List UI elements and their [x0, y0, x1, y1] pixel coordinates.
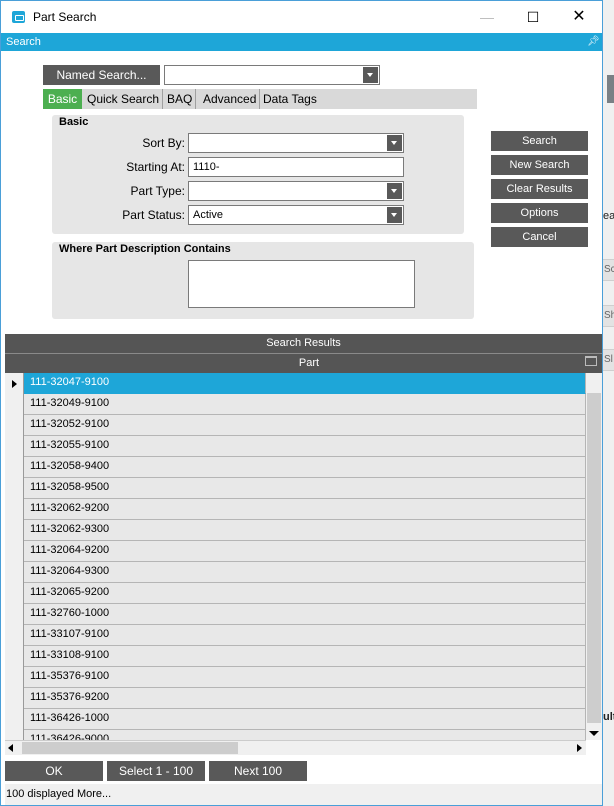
scroll-down-arrow-icon[interactable]: [589, 731, 599, 736]
basic-group-title: Basic: [59, 116, 89, 128]
starting-at-input[interactable]: 1110-: [188, 157, 404, 177]
search-results-title: Search Results: [5, 334, 602, 353]
basic-criteria-group: Basic Sort By: Starting At: 1110- Part T…: [52, 115, 464, 234]
vertical-scrollbar[interactable]: [586, 373, 602, 740]
select-1-100-button[interactable]: Select 1 - 100: [107, 761, 205, 781]
table-row[interactable]: 111-36426-9000: [24, 730, 586, 740]
part-status-value: Active: [193, 209, 223, 221]
options-button[interactable]: Options: [491, 203, 588, 223]
status-text[interactable]: 100 displayed More...: [6, 788, 111, 800]
tab-basic[interactable]: Basic: [43, 89, 82, 109]
next-100-button[interactable]: Next 100: [209, 761, 307, 781]
table-row[interactable]: 111-32055-9100: [24, 436, 586, 457]
description-group-title: Where Part Description Contains: [59, 243, 231, 255]
search-button[interactable]: Search: [491, 131, 588, 151]
table-row[interactable]: 111-32052-9100: [24, 415, 586, 436]
ok-button[interactable]: OK: [5, 761, 103, 781]
vertical-scrollbar-thumb[interactable]: [587, 393, 601, 723]
scroll-left-arrow-icon[interactable]: [8, 744, 13, 752]
table-row[interactable]: 111-33107-9100: [24, 625, 586, 646]
background-app-button: Sh: [603, 305, 614, 327]
table-row[interactable]: 111-32062-9200: [24, 499, 586, 520]
results-grid: 111-32047-9100 111-32049-9100 111-32052-91…: [5, 373, 602, 740]
part-type-label: Part Type:: [130, 184, 185, 198]
horizontal-scrollbar-thumb[interactable]: [22, 742, 238, 754]
row-selector-column: [5, 373, 24, 740]
part-status-dropdown[interactable]: Active: [188, 205, 404, 225]
sort-by-dropdown[interactable]: [188, 133, 404, 153]
window-title: Part Search: [33, 10, 97, 24]
background-app-text: ea: [603, 210, 614, 222]
tab-data-tags[interactable]: Data Tags: [260, 89, 320, 109]
maximize-button[interactable]: ☐: [510, 1, 556, 33]
description-group: Where Part Description Contains: [52, 242, 474, 319]
table-row[interactable]: 111-32065-9200: [24, 583, 586, 604]
chevron-down-icon[interactable]: [363, 67, 378, 83]
starting-at-value: 1110-: [193, 161, 220, 173]
panel-header: Search: [1, 33, 602, 51]
tab-advanced[interactable]: Advanced: [200, 89, 261, 109]
table-row[interactable]: 111-32058-9500: [24, 478, 586, 499]
minimize-button[interactable]: —: [464, 1, 510, 33]
cancel-button[interactable]: Cancel: [491, 227, 588, 247]
part-status-label: Part Status:: [122, 208, 185, 222]
background-app-button: Sl: [603, 349, 614, 371]
table-row[interactable]: 111-32064-9300: [24, 562, 586, 583]
background-app-button: Sc: [603, 259, 614, 281]
table-row[interactable]: 111-32062-9300: [24, 520, 586, 541]
part-type-dropdown[interactable]: [188, 181, 404, 201]
title-bar: Part Search — ☐ ✕: [1, 1, 602, 33]
panel-title: Search: [6, 36, 41, 48]
background-app-text: ult: [603, 711, 614, 723]
column-header-part[interactable]: Part: [29, 354, 589, 373]
current-row-pointer-icon: [12, 380, 17, 388]
results-rows: 111-32047-9100 111-32049-9100 111-32052-91…: [24, 373, 586, 740]
status-bar: 100 displayed More...: [5, 784, 602, 805]
background-app-window: ea Sc Sh Sl ult: [602, 0, 614, 806]
new-search-button[interactable]: New Search: [491, 155, 588, 175]
part-search-window: Part Search — ☐ ✕ Search 📌︎ Named Search…: [0, 0, 603, 806]
table-row[interactable]: 111-32049-9100: [24, 394, 586, 415]
table-row[interactable]: 111-36426-1000: [24, 709, 586, 730]
chevron-down-icon[interactable]: [387, 207, 402, 223]
horizontal-scrollbar[interactable]: [5, 740, 586, 755]
table-row[interactable]: 111-32058-9400: [24, 457, 586, 478]
column-chooser-icon[interactable]: [585, 356, 597, 366]
app-icon: [12, 11, 25, 23]
chevron-down-icon[interactable]: [387, 183, 402, 199]
background-app-panel: [607, 75, 614, 103]
starting-at-label: Starting At:: [126, 160, 185, 174]
table-row[interactable]: 111-32047-9100: [24, 373, 586, 394]
grid-header: Part: [5, 353, 602, 373]
pin-icon[interactable]: 📌︎: [587, 36, 600, 47]
chevron-down-icon[interactable]: [387, 135, 402, 151]
close-button[interactable]: ✕: [556, 1, 602, 33]
table-row[interactable]: 111-33108-9100: [24, 646, 586, 667]
named-search-dropdown[interactable]: [164, 65, 380, 85]
sort-by-label: Sort By:: [142, 136, 185, 150]
tab-baq[interactable]: BAQ: [164, 89, 197, 109]
table-row[interactable]: 111-35376-9200: [24, 688, 586, 709]
description-input[interactable]: [188, 260, 415, 308]
search-tabs: Basic Quick Search BAQ Advanced Data Tag…: [43, 89, 477, 109]
table-row[interactable]: 111-32064-9200: [24, 541, 586, 562]
table-row[interactable]: 111-32760-1000: [24, 604, 586, 625]
clear-results-button[interactable]: Clear Results: [491, 179, 588, 199]
scroll-right-arrow-icon[interactable]: [577, 744, 582, 752]
tab-quick-search[interactable]: Quick Search: [84, 89, 164, 109]
table-row[interactable]: 111-35376-9100: [24, 667, 586, 688]
named-search-button[interactable]: Named Search...: [43, 65, 160, 85]
